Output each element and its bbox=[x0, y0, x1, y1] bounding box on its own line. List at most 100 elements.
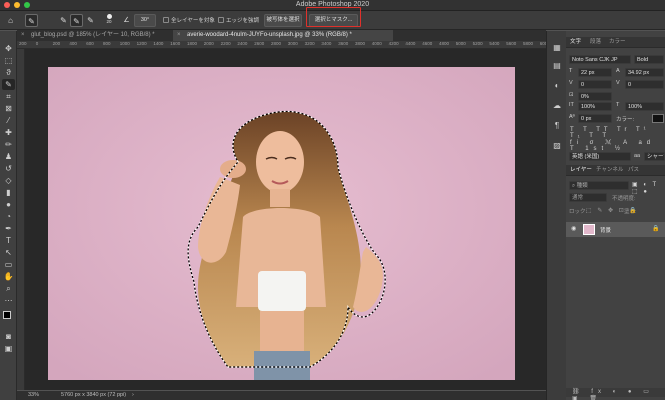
character-panel-tabs: 文字 段落 カラー bbox=[566, 37, 665, 48]
opentype-buttons[interactable]: fi σ ℳ A ad T 1st ½ bbox=[570, 139, 665, 152]
add-to-selection-icon[interactable]: ✎ bbox=[70, 14, 83, 27]
screen-mode-icon[interactable]: ▣ bbox=[2, 343, 15, 354]
eraser-tool-icon[interactable]: ◇ bbox=[2, 175, 15, 186]
marquee-tool-icon[interactable]: ⬚ bbox=[2, 55, 15, 66]
language-select[interactable]: 英語 (米国) bbox=[569, 152, 631, 161]
ruler-tick: 2200 bbox=[220, 41, 231, 46]
sample-all-layers-checkbox[interactable] bbox=[163, 17, 169, 23]
tracking-field[interactable]: 0 bbox=[625, 80, 664, 89]
angle-field[interactable]: 30° bbox=[134, 14, 156, 27]
history-panel-icon[interactable]: ▦ bbox=[552, 43, 562, 53]
leading-icon: A bbox=[616, 68, 620, 74]
frame-tool-icon[interactable]: ⊠ bbox=[2, 103, 15, 114]
select-subject-button[interactable]: 被写体を選択 bbox=[264, 14, 302, 27]
adjustments-panel-icon[interactable]: ◐ bbox=[552, 81, 562, 91]
ruler-tick: 2800 bbox=[271, 41, 282, 46]
baseline-shift-field[interactable]: 0 px bbox=[578, 114, 612, 123]
horizontal-scale-field[interactable]: 100% bbox=[625, 102, 664, 111]
text-color-swatch[interactable] bbox=[652, 114, 664, 123]
eye-icon[interactable]: ◉ bbox=[571, 225, 576, 232]
ruler-tick: 2000 bbox=[203, 41, 214, 46]
tab-layers[interactable]: レイヤー bbox=[570, 165, 592, 176]
enhance-edge-checkbox[interactable] bbox=[218, 17, 224, 23]
layer-row[interactable]: ◉ 背景 🔒 bbox=[566, 222, 665, 237]
zoom-level[interactable]: 33% bbox=[28, 392, 39, 398]
right-panels: 文字 段落 カラー Noto Sans CJK JP Bold T 22 px … bbox=[566, 31, 665, 400]
quick-selection-tool-icon[interactable]: ✎ bbox=[2, 79, 15, 90]
dodge-tool-icon[interactable]: ◔ bbox=[2, 211, 15, 222]
ruler-tick: 3800 bbox=[355, 41, 366, 46]
kerning-icon: V bbox=[569, 80, 573, 86]
tsume-icon: ⊡ bbox=[569, 92, 574, 98]
status-chevron-icon[interactable]: › bbox=[132, 392, 134, 398]
ruler-tick: 3200 bbox=[304, 41, 315, 46]
tab-paragraph[interactable]: 段落 bbox=[590, 37, 601, 48]
eyedropper-tool-icon[interactable]: ⁄ bbox=[2, 115, 15, 126]
vertical-ruler bbox=[17, 49, 25, 390]
tab-glut-blog[interactable]: × glut_blog.psd @ 185% (レイヤー 10, RGB/8) … bbox=[17, 30, 172, 41]
blend-mode-select[interactable]: 通常 bbox=[569, 193, 607, 202]
gradient-tool-icon[interactable]: ▮ bbox=[2, 187, 15, 198]
font-style-select[interactable]: Bold bbox=[634, 55, 664, 64]
tab-averie-woodard[interactable]: × averie-woodard-4nulm-JUYFo-unsplash.jp… bbox=[173, 30, 393, 41]
quick-mask-icon[interactable]: ◙ bbox=[2, 331, 15, 342]
zoom-tool-icon[interactable]: ⌕ bbox=[2, 283, 15, 294]
tab-channels[interactable]: チャンネル bbox=[596, 165, 623, 176]
ruler-tick: 5200 bbox=[472, 41, 483, 46]
layers-footer-icons[interactable]: ⛓ fx ◐ ● ▭ ▣ 🗑 bbox=[566, 388, 665, 400]
paragraph-panel-icon[interactable]: ¶ bbox=[552, 121, 562, 131]
ruler-tick: 1200 bbox=[136, 41, 147, 46]
blur-tool-icon[interactable]: ● bbox=[2, 199, 15, 210]
hand-tool-icon[interactable]: ✋ bbox=[2, 271, 15, 282]
quick-selection-tool-icon[interactable]: ✎ bbox=[25, 14, 38, 27]
ruler-tick: 5600 bbox=[506, 41, 517, 46]
layer-filter-select[interactable]: ⌕ 種類 bbox=[569, 181, 629, 190]
ruler-tick: 4200 bbox=[388, 41, 399, 46]
tsume-field[interactable]: 0% bbox=[578, 92, 612, 101]
clone-stamp-tool-icon[interactable]: ♟ bbox=[2, 151, 15, 162]
tab-paths[interactable]: パス bbox=[628, 165, 639, 176]
libraries-panel-icon[interactable]: ☁ bbox=[552, 101, 562, 111]
fill-label: 塗り: bbox=[624, 209, 637, 215]
leading-field[interactable]: 34.92 px bbox=[625, 68, 664, 77]
layer-name: 背景 bbox=[600, 228, 612, 234]
antialias-select[interactable]: シャープ bbox=[644, 152, 665, 161]
close-tab-icon[interactable]: × bbox=[21, 30, 25, 41]
panel-icon-strip: ▦ ▤ ◐ ☁ ¶ ▨ bbox=[546, 31, 566, 400]
vertical-scale-icon: IT bbox=[569, 102, 574, 108]
move-tool-icon[interactable]: ✥ bbox=[2, 43, 15, 54]
font-size-field[interactable]: 22 px bbox=[578, 68, 612, 77]
type-tool-icon[interactable]: T bbox=[2, 235, 15, 246]
kerning-field[interactable]: 0 bbox=[578, 80, 612, 89]
brush-size-picker[interactable]: 20 bbox=[104, 13, 114, 28]
document-photo[interactable] bbox=[48, 67, 515, 380]
baseline-shift-icon: Aª bbox=[569, 114, 575, 120]
pen-tool-icon[interactable]: ✒ bbox=[2, 223, 15, 234]
history-brush-tool-icon[interactable]: ↺ bbox=[2, 163, 15, 174]
rectangle-tool-icon[interactable]: ▭ bbox=[2, 259, 15, 270]
swatches-panel-icon[interactable]: ▨ bbox=[552, 141, 562, 151]
properties-panel-icon[interactable]: ▤ bbox=[552, 61, 562, 71]
layer-filter-label: 種類 bbox=[576, 183, 588, 189]
opacity-label: 不透明度: bbox=[612, 196, 636, 202]
ruler-tick: 2400 bbox=[237, 41, 248, 46]
path-selection-tool-icon[interactable]: ↖ bbox=[2, 247, 15, 258]
ruler-tick: 2600 bbox=[254, 41, 265, 46]
subtract-from-selection-icon[interactable]: ✎ bbox=[84, 14, 97, 27]
layer-filter-icons[interactable]: ▣ ◐ T ⬚ ● bbox=[632, 181, 665, 195]
crop-tool-icon[interactable]: ⌗ bbox=[2, 91, 15, 102]
lasso-tool-icon[interactable]: ϑ bbox=[2, 67, 15, 78]
vertical-scale-field[interactable]: 100% bbox=[578, 102, 612, 111]
font-family-select[interactable]: Noto Sans CJK JP bbox=[569, 55, 631, 64]
more-tools-icon[interactable]: ⋯ bbox=[2, 295, 15, 306]
new-selection-icon[interactable]: ✎ bbox=[57, 14, 70, 27]
faux-style-buttons[interactable]: T T TT Tr T¹ T₁ T T bbox=[570, 127, 665, 139]
home-icon[interactable]: ⌂ bbox=[4, 14, 17, 27]
brush-tool-icon[interactable]: ✏ bbox=[2, 139, 15, 150]
tab-color[interactable]: カラー bbox=[609, 37, 626, 48]
healing-brush-tool-icon[interactable]: ✚ bbox=[2, 127, 15, 138]
ruler-tick: 3000 bbox=[287, 41, 298, 46]
close-tab-icon[interactable]: × bbox=[177, 30, 181, 41]
foreground-color-swatch[interactable] bbox=[3, 311, 11, 319]
tab-character[interactable]: 文字 bbox=[570, 37, 581, 48]
